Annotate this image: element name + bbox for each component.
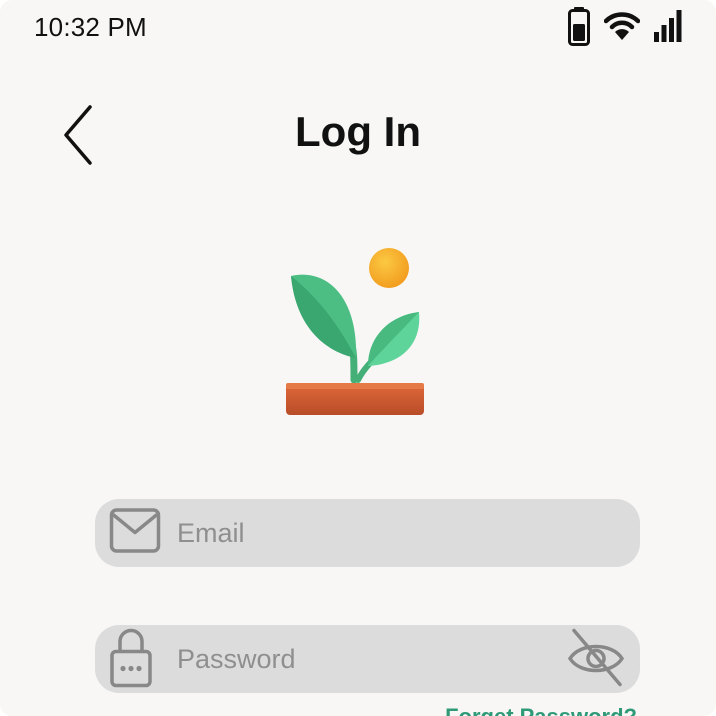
- login-screen: 10:32 PM Log In Email: [0, 0, 716, 716]
- password-field-container: [95, 625, 640, 693]
- password-input[interactable]: [177, 625, 560, 693]
- signal-icon: [654, 10, 682, 42]
- lock-icon: [109, 626, 153, 693]
- email-input[interactable]: [177, 499, 560, 567]
- email-field-container: [95, 499, 640, 567]
- eye-off-icon[interactable]: [566, 627, 626, 692]
- plant-sprout-icon: [286, 248, 424, 415]
- battery-icon: [568, 6, 590, 46]
- forgot-password-link[interactable]: Forget Password?: [445, 704, 637, 716]
- envelope-icon: [109, 508, 161, 559]
- app-logo: [276, 240, 436, 420]
- status-icons: [568, 6, 682, 46]
- status-time: 10:32 PM: [34, 12, 147, 42]
- wifi-icon: [604, 11, 640, 41]
- page-title: Log In: [295, 108, 421, 155]
